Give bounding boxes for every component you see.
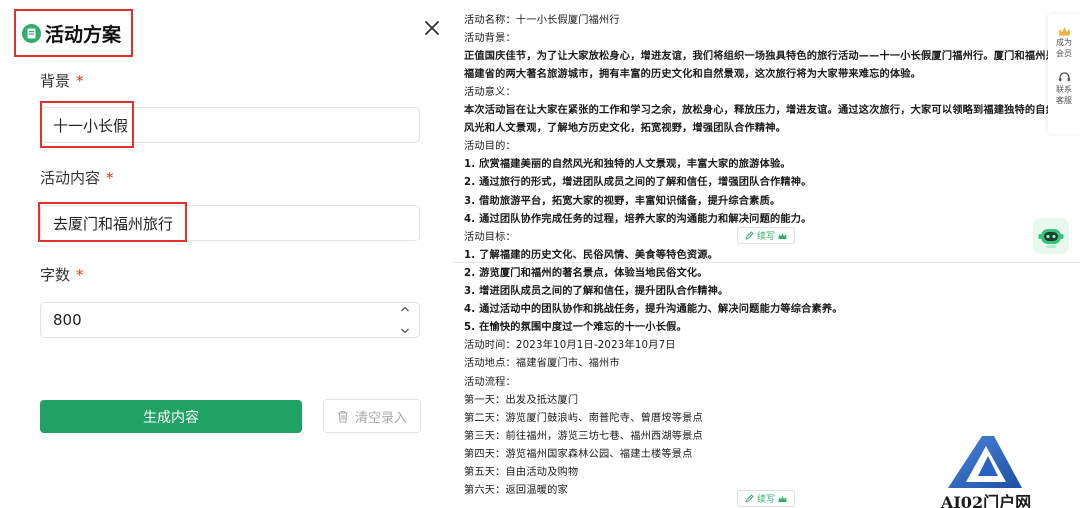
stepper-controls [395,305,415,335]
document-icon [22,23,41,43]
robot-assistant-button[interactable] [1033,218,1069,254]
become-member-label-2: 会员 [1056,49,1072,58]
output-line: 第四天：游览福州国家森林公园、福建土楼等景点 [464,448,693,460]
output-line: 活动时间：2023年10月1日-2023年10月7日 [464,340,676,352]
output-line: 5. 在愉快的氛围中度过一个难忘的十一小长假。 [464,322,687,334]
chevron-down-icon[interactable] [400,327,410,335]
output-line: 4. 通过活动中的团队协作和挑战任务，提升沟通能力、解决问题能力等综合素养。 [464,304,843,316]
output-line: 福建省的两大著名旅游城市，拥有丰富的历史文化和自然景观，这次旅行将为大家带来难忘… [464,68,922,80]
divider [452,262,1080,263]
become-member-label-1: 成为 [1056,38,1072,47]
activity-content-input-value: 去厦门和福州旅行 [53,214,174,233]
close-icon[interactable] [422,18,442,38]
contact-service-label-1: 联系 [1056,85,1072,94]
crown-icon [778,232,787,239]
output-line: 1. 欣赏福建美丽的自然风光和独特的人文景观，丰富大家的旅游体验。 [464,159,791,171]
required-mark: * [76,72,84,90]
word-count-stepper[interactable]: 800 [40,302,420,338]
output-line: 3. 借助旅游平台，拓宽大家的视野，丰富知识储备，提升综合素质。 [464,195,781,207]
output-line: 第三天：前往福州，游览三坊七巷、福州西湖等景点 [464,430,703,442]
word-count-label: 字数 * [40,264,84,285]
activity-content-label-text: 活动内容 [40,169,101,187]
continue-writing-label: 续写 [756,495,775,505]
background-label: 背景 * [40,70,84,91]
become-member-button[interactable]: 成为 会员 [1048,26,1080,59]
output-line: 第六天：返回温暖的家 [464,485,568,497]
background-input-value: 十一小长假 [53,116,129,135]
output-line: 活动背景： [464,32,516,44]
crown-icon [778,495,787,502]
word-count-label-text: 字数 [40,266,71,284]
crown-icon [1058,27,1070,36]
output-line: 正值国庆佳节，为了让大家放松身心，增进友谊，我们将组织一场独具特色的旅行活动——… [464,50,1057,62]
watermark-text: AI02门户网 [940,493,1032,508]
background-label-text: 背景 [40,72,71,90]
background-input[interactable]: 十一小长假 [40,107,420,143]
continue-writing-label: 续写 [756,232,775,242]
continue-writing-button[interactable]: 续写 [737,490,795,507]
activity-content-label: 活动内容 * [40,167,114,188]
generate-content-button[interactable]: 生成内容 [40,400,302,433]
output-line: 活动流程： [464,376,516,388]
output-line: 活动地点：福建省厦门市、福州市 [464,358,620,370]
continue-writing-button[interactable]: 续写 [737,227,795,244]
output-line: 活动名称：十一小长假厦门福州行 [464,14,620,26]
chevron-up-icon[interactable] [400,305,410,313]
output-line: 第一天：出发及抵达厦门 [464,394,579,406]
output-line: 风光和人文景观，了解地方历史文化，拓宽视野，增强团队合作精神。 [464,123,787,135]
clear-input-label: 清空录入 [354,410,407,426]
contact-service-label-2: 客服 [1056,96,1072,105]
required-mark: * [76,266,84,284]
output-line: 本次活动旨在让大家在紧张的工作和学习之余，放松身心，释放压力，增进友谊。通过这次… [464,105,1057,116]
activity-plan-dialog: 活动方案 背景 * 十一小长假 活动内容 * 去厦门和福州旅行 字数 * 800 生成… [0,0,452,508]
dialog-title-highlight: 活动方案 [14,9,133,57]
output-line: 第五天：自由活动及购物 [464,467,579,478]
output-line: 活动意义： [464,86,516,98]
output-line: 3. 增进团队成员之间的了解和信任，提升团队合作精神。 [464,286,729,297]
required-mark: * [106,169,114,187]
generate-content-label: 生成内容 [143,409,199,426]
edit-icon [745,494,754,503]
dialog-title: 活动方案 [45,23,122,46]
word-count-value: 800 [53,311,82,329]
output-line: 活动目标： [464,231,516,243]
side-toolbar: 成为 会员 联系 客服 [1048,14,1080,134]
robot-icon [1038,229,1064,248]
output-line: 活动目的： [464,141,516,153]
output-line: 第二天：游览厦门鼓浪屿、南普陀寺、曾厝垵等景点 [464,412,703,424]
output-line: 2. 游览厦门和福州的著名景点，体验当地民俗文化。 [464,267,708,279]
clear-input-button[interactable]: 清空录入 [323,399,421,433]
contact-service-button[interactable]: 联系 客服 [1048,71,1080,106]
headset-icon [1058,72,1070,82]
activity-content-input[interactable]: 去厦门和福州旅行 [40,205,420,241]
edit-icon [745,231,754,240]
output-line: 2. 通过旅行的形式，增进团队成员之间的了解和信任，增强团队合作精神。 [464,177,812,189]
trash-icon [337,410,348,423]
